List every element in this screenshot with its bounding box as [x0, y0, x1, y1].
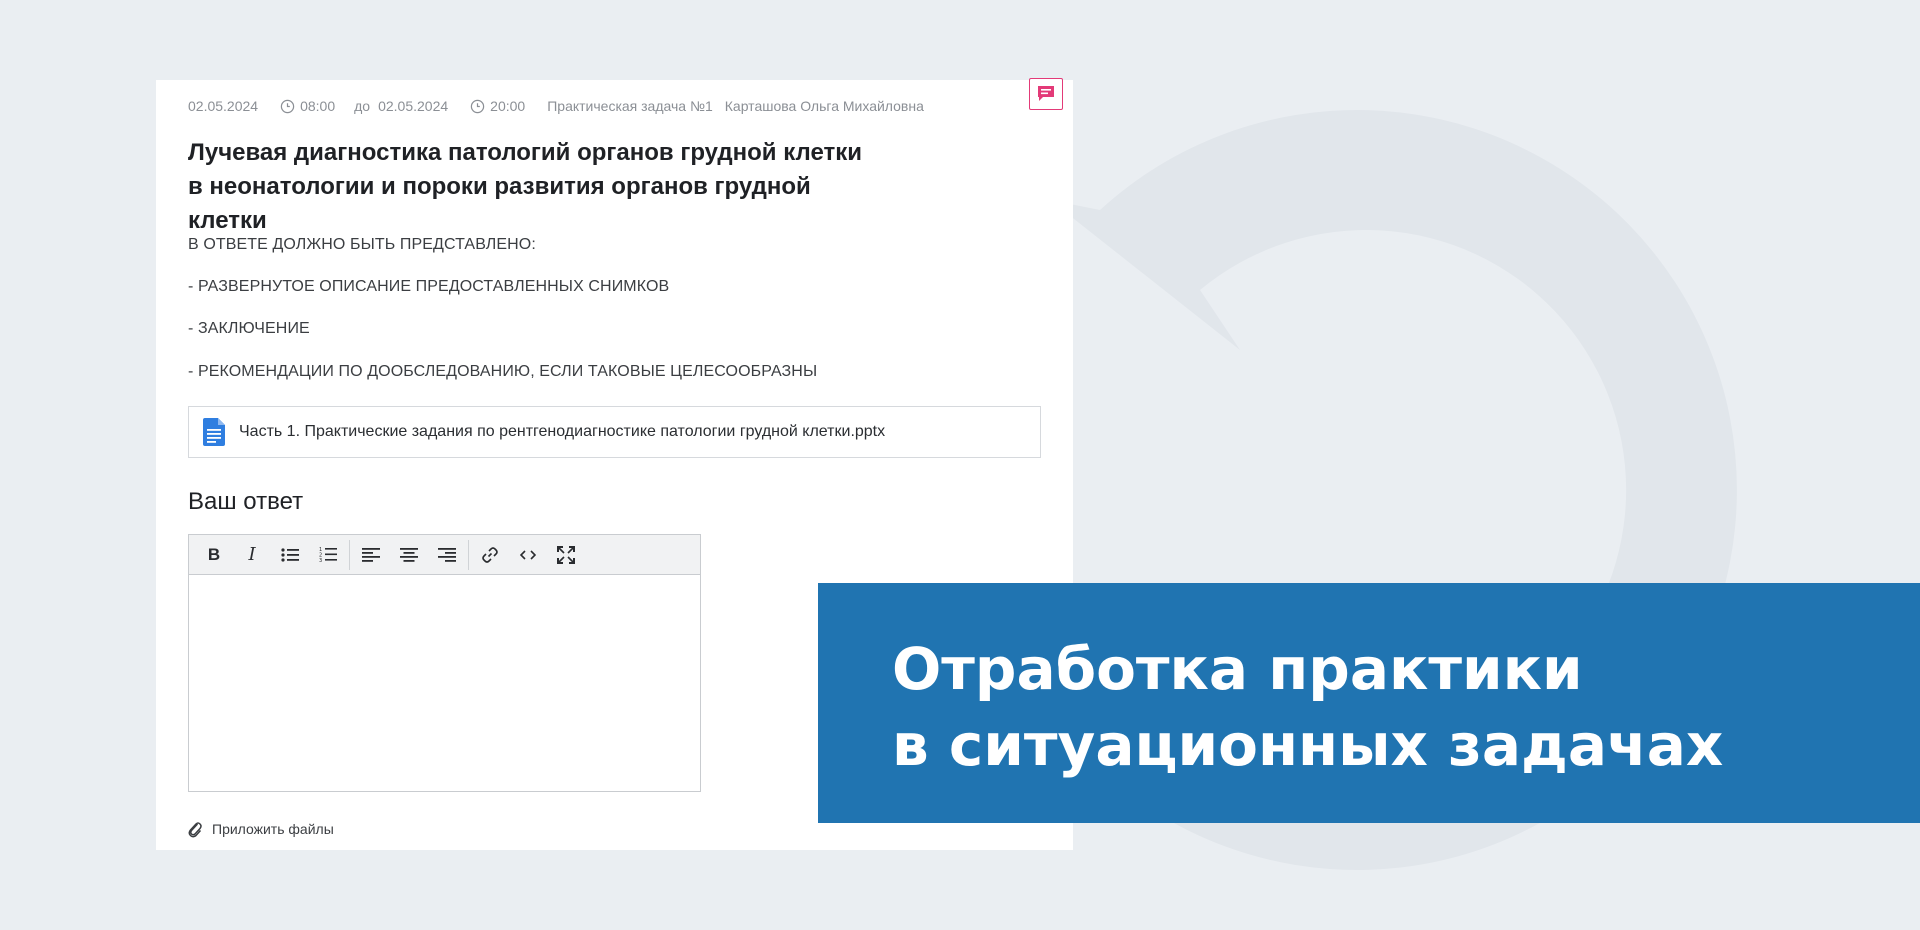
attach-files-label: Приложить файлы [212, 821, 334, 837]
chat-icon [1038, 86, 1054, 101]
toolbar-separator [349, 539, 350, 570]
banner-title-line-1: Отработка практики [892, 635, 1583, 703]
requirement-item: - РЕКОМЕНДАЦИИ ПО ДООБСЛЕДОВАНИЮ, ЕСЛИ Т… [188, 363, 818, 380]
end-date: 02.05.2024 [378, 98, 449, 114]
file-name-link[interactable]: Часть 1. Практические задания по рентген… [239, 423, 885, 441]
bold-icon: B [207, 544, 221, 564]
promo-banner: Отработка практики в ситуационных задача… [818, 583, 1920, 823]
numbered-list-button[interactable]: 1 2 3 [309, 539, 347, 571]
fullscreen-button[interactable] [547, 539, 585, 571]
banner-title-line-2: в ситуационных задачах [892, 711, 1724, 779]
bulleted-list-button[interactable] [271, 539, 309, 571]
teacher-name: Карташова Ольга Михайловна [724, 98, 924, 114]
start-time: 08:00 [280, 98, 335, 114]
link-button[interactable] [471, 539, 509, 571]
end-time: 20:00 [470, 98, 525, 114]
code-icon [520, 549, 536, 560]
align-right-icon [438, 547, 456, 562]
requirement-item: - ЗАКЛЮЧЕНИЕ [188, 320, 310, 337]
requirement-item: - РАЗВЕРНУТОЕ ОПИСАНИЕ ПРЕДОСТАВЛЕННЫХ С… [188, 278, 670, 295]
link-icon [482, 546, 498, 563]
to-label: до [354, 98, 371, 114]
chat-button[interactable] [1029, 78, 1063, 110]
numbered-list-icon: 1 2 3 [319, 547, 337, 563]
align-center-icon [400, 547, 418, 562]
bulleted-list-icon [281, 547, 299, 562]
bold-button[interactable]: B [195, 539, 233, 571]
start-date: 02.05.2024 [188, 98, 259, 114]
document-icon [203, 418, 225, 446]
task-number-label: Практическая задача №1 [547, 98, 713, 114]
task-meta-row: 02.05.2024 08:00 до 02.05.2024 20:00 Пра… [188, 96, 924, 116]
clock-icon [280, 99, 295, 113]
code-button[interactable] [509, 539, 547, 571]
italic-icon: I [248, 544, 256, 565]
italic-button[interactable]: I [233, 539, 271, 571]
fullscreen-icon [557, 545, 575, 564]
editor-toolbar: B I 1 2 3 [189, 535, 700, 575]
paperclip-icon [188, 822, 202, 838]
attached-file[interactable]: Часть 1. Практические задания по рентген… [188, 406, 1041, 458]
answer-text-area[interactable] [189, 575, 700, 791]
clock-icon [470, 99, 485, 113]
align-center-button[interactable] [390, 539, 428, 571]
requirements-heading: В ОТВЕТЕ ДОЛЖНО БЫТЬ ПРЕДСТАВЛЕНО: [188, 236, 536, 253]
answer-editor: B I 1 2 3 [188, 534, 701, 792]
attach-files-link[interactable]: Приложить файлы [188, 820, 334, 838]
task-title: Лучевая диагностика патологий органов гр… [188, 139, 863, 234]
svg-text:3: 3 [319, 558, 322, 563]
align-right-button[interactable] [428, 539, 466, 571]
align-left-icon [362, 547, 380, 562]
align-left-button[interactable] [352, 539, 390, 571]
answer-heading: Ваш ответ [188, 488, 304, 515]
toolbar-separator [468, 539, 469, 570]
